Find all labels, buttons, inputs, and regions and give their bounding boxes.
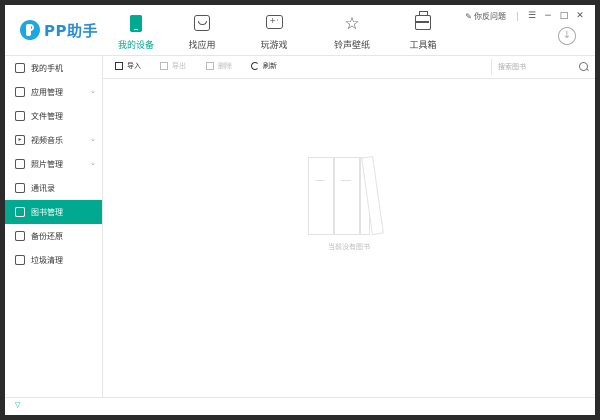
sidebar-item-junk-cleanup[interactable]: 垃圾清理	[5, 248, 102, 272]
sidebar-item-label: 垃圾清理	[31, 255, 63, 265]
star-icon: ☆	[344, 14, 360, 34]
app-name: PP助手	[44, 21, 98, 40]
sidebar-item-my-phone[interactable]: 我的手机	[5, 56, 102, 80]
minimize-button[interactable]: −	[541, 11, 555, 21]
search-input[interactable]	[492, 62, 580, 72]
toolbox-icon	[414, 11, 432, 33]
export-icon	[160, 62, 168, 70]
feedback-label: 你反问题	[474, 11, 506, 21]
sidebar-item-label: 图书管理	[31, 207, 63, 217]
chevron-down-icon[interactable]: ⌄	[90, 135, 96, 143]
maximize-button[interactable]: □	[557, 11, 571, 21]
refresh-icon	[251, 62, 259, 70]
top-bar: PP助手 我的设备 找应用 +· 玩游戏 ☆ 铃声壁纸 工具箱 ✎ 你反问题 ☰…	[5, 5, 595, 56]
refresh-button[interactable]: 刷新	[251, 61, 277, 71]
phone-icon	[127, 15, 145, 33]
sidebar-item-label: 通讯录	[31, 183, 55, 193]
import-label: 导入	[127, 62, 141, 70]
export-button[interactable]: 导出	[160, 61, 186, 71]
search-icon[interactable]	[579, 62, 588, 71]
import-icon	[115, 62, 123, 70]
main-content: 当前没有图书	[103, 79, 595, 397]
book-icon	[15, 207, 25, 217]
main-nav: 我的设备 找应用 +· 玩游戏 ☆ 铃声壁纸 工具箱	[105, 11, 455, 55]
sidebar: 我的手机 应用管理 ⌄ 文件管理 ▸ 视频音乐 ⌄ 照片管理 ⌄ 通讯录 图书管…	[5, 56, 103, 397]
download-icon[interactable]: ↓	[558, 27, 576, 45]
image-icon	[15, 159, 25, 169]
backup-icon	[15, 231, 25, 241]
book-illustration	[334, 157, 360, 235]
import-button[interactable]: 导入	[115, 61, 141, 71]
nav-tab-games[interactable]: +· 玩游戏	[241, 13, 307, 55]
sidebar-item-backup-restore[interactable]: 备份还原	[5, 224, 102, 248]
divider	[517, 11, 518, 21]
empty-state-text: 当前没有图书	[328, 243, 370, 251]
app-icon	[15, 87, 25, 97]
nav-tab-my-device[interactable]: 我的设备	[105, 13, 167, 55]
sidebar-item-contacts[interactable]: 通讯录	[5, 176, 102, 200]
sidebar-item-label: 文件管理	[31, 111, 63, 121]
nav-tab-label: 铃声壁纸	[333, 41, 370, 51]
chevron-down-icon[interactable]: ⌄	[90, 87, 96, 95]
nav-tab-label: 工具箱	[409, 41, 437, 51]
nav-tab-label: 我的设备	[117, 41, 154, 51]
sidebar-item-label: 照片管理	[31, 159, 63, 169]
feedback-button[interactable]: ✎ 你反问题	[465, 11, 506, 22]
sidebar-item-label: 我的手机	[31, 63, 63, 73]
sidebar-item-file-management[interactable]: 文件管理	[5, 104, 102, 128]
pencil-icon: ✎	[465, 11, 472, 21]
app-window: PP助手 我的设备 找应用 +· 玩游戏 ☆ 铃声壁纸 工具箱 ✎ 你反问题 ☰…	[5, 5, 595, 415]
play-icon: ▸	[15, 135, 25, 145]
contacts-icon	[15, 183, 25, 193]
delete-button[interactable]: 删除	[206, 61, 232, 71]
nav-tab-label: 找应用	[188, 41, 216, 51]
delete-icon	[206, 62, 214, 70]
nav-tab-label: 玩游戏	[260, 41, 288, 51]
close-button[interactable]: ✕	[573, 11, 587, 21]
bag-icon	[193, 15, 211, 33]
nav-tab-toolbox[interactable]: 工具箱	[395, 11, 451, 55]
wifi-icon[interactable]: ▽	[15, 401, 20, 409]
pp-logo-icon	[20, 20, 40, 40]
gamepad-icon: +·	[265, 15, 283, 33]
folder-icon	[15, 111, 25, 121]
sidebar-item-label: 应用管理	[31, 87, 63, 97]
sidebar-item-video-music[interactable]: ▸ 视频音乐 ⌄	[5, 128, 102, 152]
sidebar-item-photo-management[interactable]: 照片管理 ⌄	[5, 152, 102, 176]
status-bar: ▽	[5, 397, 595, 415]
sidebar-item-app-management[interactable]: 应用管理 ⌄	[5, 80, 102, 104]
sidebar-item-book-management[interactable]: 图书管理	[5, 200, 102, 224]
empty-books-illustration	[308, 156, 390, 237]
trash-icon	[15, 255, 25, 265]
nav-tab-find-apps[interactable]: 找应用	[171, 13, 233, 55]
refresh-label: 刷新	[263, 62, 277, 70]
delete-label: 删除	[218, 62, 232, 70]
book-illustration	[308, 157, 334, 235]
search-box	[491, 59, 590, 75]
phone-icon	[15, 63, 25, 73]
sidebar-item-label: 视频音乐	[31, 135, 63, 145]
chevron-down-icon[interactable]: ⌄	[90, 159, 96, 167]
export-label: 导出	[172, 62, 186, 70]
nav-tab-ringtones-wallpapers[interactable]: ☆ 铃声壁纸	[317, 13, 387, 55]
window-controls: ✎ 你反问题 ☰ − □ ✕	[465, 9, 587, 23]
menu-button[interactable]: ☰	[525, 11, 539, 21]
toolbar: 导入 导出 删除 刷新	[103, 56, 595, 79]
app-logo: PP助手	[20, 19, 98, 41]
sidebar-item-label: 备份还原	[31, 231, 63, 241]
